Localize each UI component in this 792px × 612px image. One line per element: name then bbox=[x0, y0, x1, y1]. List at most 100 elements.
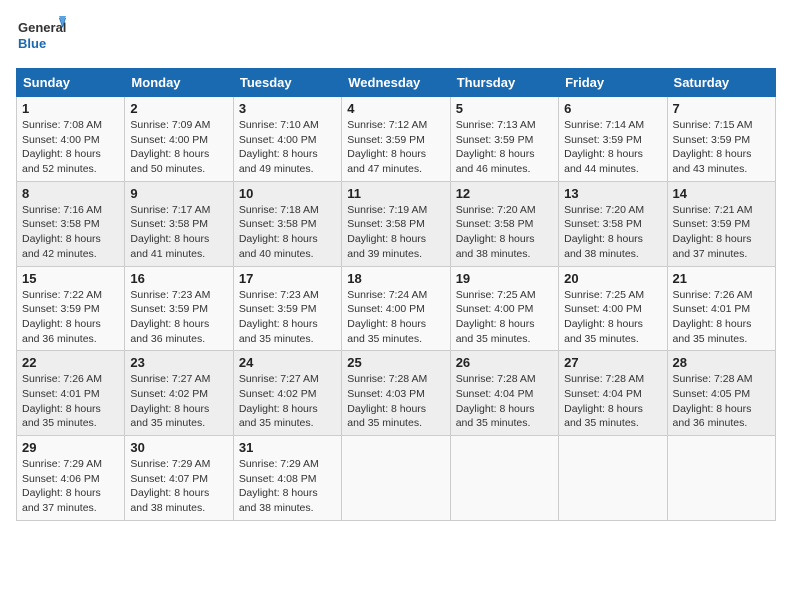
day-number: 27 bbox=[564, 355, 661, 370]
calendar-cell: 12 Sunrise: 7:20 AMSunset: 3:58 PMDayligh… bbox=[450, 181, 558, 266]
day-number: 31 bbox=[239, 440, 336, 455]
calendar-cell bbox=[667, 436, 775, 521]
day-info: Sunrise: 7:17 AMSunset: 3:58 PMDaylight:… bbox=[130, 203, 227, 262]
calendar-cell: 15Sunrise: 7:22 AMSunset: 3:59 PMDayligh… bbox=[17, 266, 125, 351]
day-number: 9 bbox=[130, 186, 227, 201]
day-info: Sunrise: 7:15 AMSunset: 3:59 PMDaylight:… bbox=[673, 118, 770, 177]
day-info: Sunrise: 7:25 AMSunset: 4:00 PMDaylight:… bbox=[456, 288, 553, 347]
day-info: Sunrise: 7:26 AMSunset: 4:01 PMDaylight:… bbox=[22, 372, 119, 431]
day-info: Sunrise: 7:29 AMSunset: 4:08 PMDaylight:… bbox=[239, 457, 336, 516]
calendar-cell: 17 Sunrise: 7:23 AMSunset: 3:59 PMDayligh… bbox=[233, 266, 341, 351]
day-number: 15 bbox=[22, 271, 119, 286]
weekday-header-wednesday: Wednesday bbox=[342, 69, 450, 97]
calendar-cell: 27Sunrise: 7:28 AMSunset: 4:04 PMDayligh… bbox=[559, 351, 667, 436]
weekday-header-monday: Monday bbox=[125, 69, 233, 97]
day-info: Sunrise: 7:13 AMSunset: 3:59 PMDaylight:… bbox=[456, 118, 553, 177]
weekday-header-tuesday: Tuesday bbox=[233, 69, 341, 97]
day-info: Sunrise: 7:10 AMSunset: 4:00 PMDaylight:… bbox=[239, 118, 336, 177]
day-info: Sunrise: 7:21 AMSunset: 3:59 PMDaylight:… bbox=[673, 203, 770, 262]
day-info: Sunrise: 7:08 AMSunset: 4:00 PMDaylight:… bbox=[22, 118, 119, 177]
day-info: Sunrise: 7:29 AMSunset: 4:07 PMDaylight:… bbox=[130, 457, 227, 516]
calendar-cell: 11 Sunrise: 7:19 AMSunset: 3:58 PMDayligh… bbox=[342, 181, 450, 266]
day-number: 23 bbox=[130, 355, 227, 370]
day-info: Sunrise: 7:27 AMSunset: 4:02 PMDaylight:… bbox=[130, 372, 227, 431]
day-number: 3 bbox=[239, 101, 336, 116]
day-number: 19 bbox=[456, 271, 553, 286]
calendar-cell: 29 Sunrise: 7:29 AMSunset: 4:06 PMDayligh… bbox=[17, 436, 125, 521]
day-info: Sunrise: 7:23 AMSunset: 3:59 PMDaylight:… bbox=[130, 288, 227, 347]
day-info: Sunrise: 7:23 AMSunset: 3:59 PMDaylight:… bbox=[239, 288, 336, 347]
calendar-cell: 23 Sunrise: 7:27 AMSunset: 4:02 PMDayligh… bbox=[125, 351, 233, 436]
page-header: General Blue bbox=[16, 16, 776, 56]
day-number: 30 bbox=[130, 440, 227, 455]
day-number: 2 bbox=[130, 101, 227, 116]
day-info: Sunrise: 7:09 AMSunset: 4:00 PMDaylight:… bbox=[130, 118, 227, 177]
calendar-cell: 5 Sunrise: 7:13 AMSunset: 3:59 PMDaylight… bbox=[450, 97, 558, 182]
day-number: 8 bbox=[22, 186, 119, 201]
day-number: 17 bbox=[239, 271, 336, 286]
day-info: Sunrise: 7:25 AMSunset: 4:00 PMDaylight:… bbox=[564, 288, 661, 347]
day-number: 14 bbox=[673, 186, 770, 201]
day-number: 24 bbox=[239, 355, 336, 370]
day-info: Sunrise: 7:28 AMSunset: 4:03 PMDaylight:… bbox=[347, 372, 444, 431]
day-number: 4 bbox=[347, 101, 444, 116]
day-number: 10 bbox=[239, 186, 336, 201]
day-number: 13 bbox=[564, 186, 661, 201]
day-number: 26 bbox=[456, 355, 553, 370]
calendar-cell: 16 Sunrise: 7:23 AMSunset: 3:59 PMDayligh… bbox=[125, 266, 233, 351]
svg-text:General: General bbox=[18, 20, 66, 35]
calendar-cell: 30 Sunrise: 7:29 AMSunset: 4:07 PMDayligh… bbox=[125, 436, 233, 521]
calendar-cell: 21Sunrise: 7:26 AMSunset: 4:01 PMDayligh… bbox=[667, 266, 775, 351]
calendar-cell: 4 Sunrise: 7:12 AMSunset: 3:59 PMDaylight… bbox=[342, 97, 450, 182]
calendar-cell: 25 Sunrise: 7:28 AMSunset: 4:03 PMDayligh… bbox=[342, 351, 450, 436]
day-info: Sunrise: 7:19 AMSunset: 3:58 PMDaylight:… bbox=[347, 203, 444, 262]
calendar-cell: 14 Sunrise: 7:21 AMSunset: 3:59 PMDayligh… bbox=[667, 181, 775, 266]
calendar-cell: 19 Sunrise: 7:25 AMSunset: 4:00 PMDayligh… bbox=[450, 266, 558, 351]
day-number: 20 bbox=[564, 271, 661, 286]
calendar-cell: 20 Sunrise: 7:25 AMSunset: 4:00 PMDayligh… bbox=[559, 266, 667, 351]
calendar-cell: 7Sunrise: 7:15 AMSunset: 3:59 PMDaylight… bbox=[667, 97, 775, 182]
day-info: Sunrise: 7:18 AMSunset: 3:58 PMDaylight:… bbox=[239, 203, 336, 262]
calendar-cell: 6 Sunrise: 7:14 AMSunset: 3:59 PMDaylight… bbox=[559, 97, 667, 182]
day-info: Sunrise: 7:14 AMSunset: 3:59 PMDaylight:… bbox=[564, 118, 661, 177]
calendar-cell: 3 Sunrise: 7:10 AMSunset: 4:00 PMDaylight… bbox=[233, 97, 341, 182]
day-number: 21 bbox=[673, 271, 770, 286]
day-number: 28 bbox=[673, 355, 770, 370]
weekday-header-thursday: Thursday bbox=[450, 69, 558, 97]
day-number: 22 bbox=[22, 355, 119, 370]
day-number: 12 bbox=[456, 186, 553, 201]
calendar-cell: 18 Sunrise: 7:24 AMSunset: 4:00 PMDayligh… bbox=[342, 266, 450, 351]
calendar-cell: 2 Sunrise: 7:09 AMSunset: 4:00 PMDaylight… bbox=[125, 97, 233, 182]
day-info: Sunrise: 7:24 AMSunset: 4:00 PMDaylight:… bbox=[347, 288, 444, 347]
calendar-cell bbox=[559, 436, 667, 521]
weekday-header-friday: Friday bbox=[559, 69, 667, 97]
day-info: Sunrise: 7:28 AMSunset: 4:04 PMDaylight:… bbox=[456, 372, 553, 431]
day-number: 11 bbox=[347, 186, 444, 201]
logo: General Blue bbox=[16, 16, 66, 56]
calendar-cell bbox=[342, 436, 450, 521]
calendar-cell: 13Sunrise: 7:20 AMSunset: 3:58 PMDayligh… bbox=[559, 181, 667, 266]
calendar-cell: 10 Sunrise: 7:18 AMSunset: 3:58 PMDayligh… bbox=[233, 181, 341, 266]
day-number: 6 bbox=[564, 101, 661, 116]
day-number: 25 bbox=[347, 355, 444, 370]
day-info: Sunrise: 7:28 AMSunset: 4:05 PMDaylight:… bbox=[673, 372, 770, 431]
day-number: 5 bbox=[456, 101, 553, 116]
calendar-cell: 8 Sunrise: 7:16 AMSunset: 3:58 PMDaylight… bbox=[17, 181, 125, 266]
calendar-cell: 31 Sunrise: 7:29 AMSunset: 4:08 PMDayligh… bbox=[233, 436, 341, 521]
day-number: 29 bbox=[22, 440, 119, 455]
calendar-cell: 1Sunrise: 7:08 AMSunset: 4:00 PMDaylight… bbox=[17, 97, 125, 182]
logo-svg: General Blue bbox=[16, 16, 66, 56]
day-info: Sunrise: 7:20 AMSunset: 3:58 PMDaylight:… bbox=[456, 203, 553, 262]
calendar-cell: 24Sunrise: 7:27 AMSunset: 4:02 PMDayligh… bbox=[233, 351, 341, 436]
weekday-header-sunday: Sunday bbox=[17, 69, 125, 97]
day-number: 16 bbox=[130, 271, 227, 286]
weekday-header-saturday: Saturday bbox=[667, 69, 775, 97]
day-info: Sunrise: 7:29 AMSunset: 4:06 PMDaylight:… bbox=[22, 457, 119, 516]
day-number: 18 bbox=[347, 271, 444, 286]
calendar-cell: 9 Sunrise: 7:17 AMSunset: 3:58 PMDaylight… bbox=[125, 181, 233, 266]
calendar-cell: 28 Sunrise: 7:28 AMSunset: 4:05 PMDayligh… bbox=[667, 351, 775, 436]
day-info: Sunrise: 7:16 AMSunset: 3:58 PMDaylight:… bbox=[22, 203, 119, 262]
day-info: Sunrise: 7:12 AMSunset: 3:59 PMDaylight:… bbox=[347, 118, 444, 177]
calendar-cell bbox=[450, 436, 558, 521]
calendar-table: SundayMondayTuesdayWednesdayThursdayFrid… bbox=[16, 68, 776, 521]
